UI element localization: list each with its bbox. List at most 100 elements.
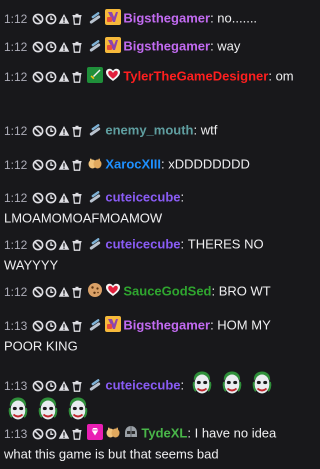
timeout-icon[interactable] [45,235,58,255]
slash-badge-icon[interactable] [87,376,103,392]
slash-badge-icon[interactable] [87,37,103,53]
gamer-badge-icon[interactable] [105,37,122,53]
timeout-icon[interactable] [45,282,58,302]
warning-icon[interactable] [58,37,71,57]
hands-badge-icon[interactable] [105,424,121,440]
delete-icon[interactable] [71,376,84,396]
timeout-icon[interactable] [45,316,58,336]
mod-actions [32,121,84,141]
delete-icon[interactable] [71,37,84,57]
joker-emote-icon[interactable] [250,370,274,396]
username[interactable]: TydeXL [141,426,187,441]
warning-icon[interactable] [58,316,71,336]
chat-message: 1:13 Bigsthegamer: HOM MY POOR KING [4,315,300,356]
message-text: xDDDDDDDD [168,156,250,172]
slash-badge-icon[interactable] [87,188,103,204]
username[interactable]: enemy_mouth [105,123,193,138]
slash-badge-icon[interactable] [87,316,103,332]
username[interactable]: Bigsthegamer [123,39,210,54]
ban-icon[interactable] [32,424,45,444]
ban-icon[interactable] [32,155,45,175]
mod-actions [32,9,84,29]
message-timestamp: 1:12 [4,69,28,84]
sword-badge-icon[interactable] [87,67,104,83]
ban-icon[interactable] [32,9,45,29]
cookie-badge-icon[interactable] [87,282,103,298]
timeout-icon[interactable] [45,121,58,141]
message-text: way [217,38,241,54]
joker-emote-icon[interactable] [66,396,90,422]
delete-icon[interactable] [71,282,84,302]
mod-actions [32,316,84,336]
message-timestamp: 1:12 [4,11,28,26]
warning-icon[interactable] [58,282,71,302]
ban-icon[interactable] [32,121,45,141]
warning-icon[interactable] [58,376,71,396]
message-separator: : [180,377,188,393]
timeout-icon[interactable] [45,9,58,29]
hands-badge-icon[interactable] [87,155,103,171]
gamer-badge-icon[interactable] [105,316,122,332]
diamond-badge-icon[interactable] [87,424,104,440]
timeout-icon[interactable] [45,67,58,87]
slash-badge-icon[interactable] [87,121,103,137]
warning-icon[interactable] [58,235,71,255]
username[interactable]: TylerTheGameDesigner [123,69,268,84]
delete-icon[interactable] [71,121,84,141]
ban-icon[interactable] [32,37,45,57]
delete-icon[interactable] [71,155,84,175]
joker-emote-icon[interactable] [6,396,30,422]
warning-icon[interactable] [58,155,71,175]
slash-badge-icon[interactable] [87,235,103,251]
chat-message: 1:12 XarocXIII: xDDDDDDDD [4,154,300,175]
username[interactable]: XarocXIII [105,157,161,172]
mod-actions [32,424,84,444]
message-text: BRO WT [218,283,271,299]
warning-icon[interactable] [58,9,71,29]
mod-actions [32,188,84,208]
mod-actions [32,376,84,396]
timeout-icon[interactable] [45,188,58,208]
delete-icon[interactable] [71,67,84,87]
chat-message: 1:12 SauceGodSed: BRO WT [4,281,300,302]
joker-emote-icon[interactable] [190,370,214,396]
ban-icon[interactable] [32,188,45,208]
slash-badge-icon[interactable] [87,9,103,25]
ban-icon[interactable] [32,235,45,255]
mod-actions [32,282,84,302]
chat-message: 1:12 TylerTheGameDesigner: om [4,66,300,87]
delete-icon[interactable] [71,235,84,255]
warning-icon[interactable] [58,188,71,208]
delete-icon[interactable] [71,9,84,29]
delete-icon[interactable] [71,188,84,208]
heart-badge-icon[interactable] [105,282,121,298]
username[interactable]: Bigsthegamer [123,318,210,333]
username[interactable]: Bigsthegamer [123,11,210,26]
username[interactable]: cuteicecube [105,237,180,252]
timeout-icon[interactable] [45,155,58,175]
ban-icon[interactable] [32,376,45,396]
username[interactable]: SauceGodSed [123,284,211,299]
heart-badge-icon[interactable] [105,67,121,83]
ban-icon[interactable] [32,282,45,302]
ban-icon[interactable] [32,316,45,336]
joker-emote-icon[interactable] [36,396,60,422]
gamer-badge-icon[interactable] [105,9,122,25]
warning-icon[interactable] [58,67,71,87]
chat-message: 1:12 cuteicecube: LMOAMOMOAFMOAMOW [4,187,300,228]
warning-icon[interactable] [58,121,71,141]
timeout-icon[interactable] [45,376,58,396]
delete-icon[interactable] [71,424,84,444]
timeout-icon[interactable] [45,424,58,444]
joker-emote-icon[interactable] [220,370,244,396]
chat-message: 1:12 Bigsthegamer: no....... [4,8,300,29]
timeout-icon[interactable] [45,37,58,57]
message-timestamp: 1:13 [4,378,28,393]
delete-icon[interactable] [71,316,84,336]
username[interactable]: cuteicecube [105,190,180,205]
warning-icon[interactable] [58,424,71,444]
username[interactable]: cuteicecube [105,378,180,393]
ban-icon[interactable] [32,67,45,87]
helmet-badge-icon[interactable] [123,424,139,440]
chat-message: 1:12 Bigsthegamer: way [4,36,300,57]
